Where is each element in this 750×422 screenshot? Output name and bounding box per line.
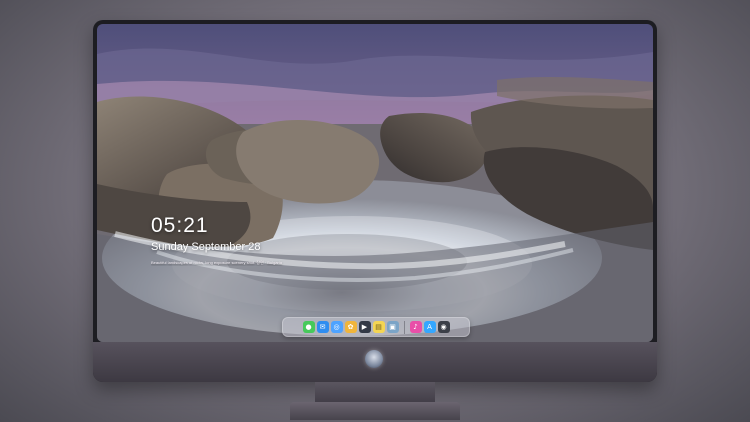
app-store-icon[interactable]: A xyxy=(423,321,436,333)
monitor-chin xyxy=(93,342,657,382)
wallpaper-caption: Beautiful landscapes of rocks, long expo… xyxy=(151,260,282,265)
lock-screen-time: 05:21 xyxy=(151,214,209,237)
imac-monitor: 05:21 Sunday September 28 Beautiful land… xyxy=(93,20,657,382)
dock: ● ✉ ◎ ✿ ▶ ▤ ▣ ♪ A ◉ xyxy=(282,317,470,337)
monitor-stand-neck xyxy=(315,382,435,404)
monitor-stand-base xyxy=(290,402,460,420)
notes-icon[interactable]: ▤ xyxy=(372,321,385,333)
desktop-screen: 05:21 Sunday September 28 Beautiful land… xyxy=(97,24,653,342)
wallpaper xyxy=(97,24,653,342)
camera-icon[interactable]: ◉ xyxy=(437,321,450,333)
video-icon[interactable]: ▶ xyxy=(358,321,371,333)
messages-icon[interactable]: ● xyxy=(302,321,315,333)
music-icon[interactable]: ♪ xyxy=(409,321,422,333)
preview-icon[interactable]: ▣ xyxy=(386,321,399,333)
mail-icon[interactable]: ✉ xyxy=(316,321,329,333)
lock-screen-date: Sunday September 28 xyxy=(151,241,261,253)
photos-icon[interactable]: ✿ xyxy=(344,321,357,333)
dock-separator xyxy=(403,320,405,334)
brand-logo-icon xyxy=(365,350,383,368)
safari-icon[interactable]: ◎ xyxy=(330,321,343,333)
